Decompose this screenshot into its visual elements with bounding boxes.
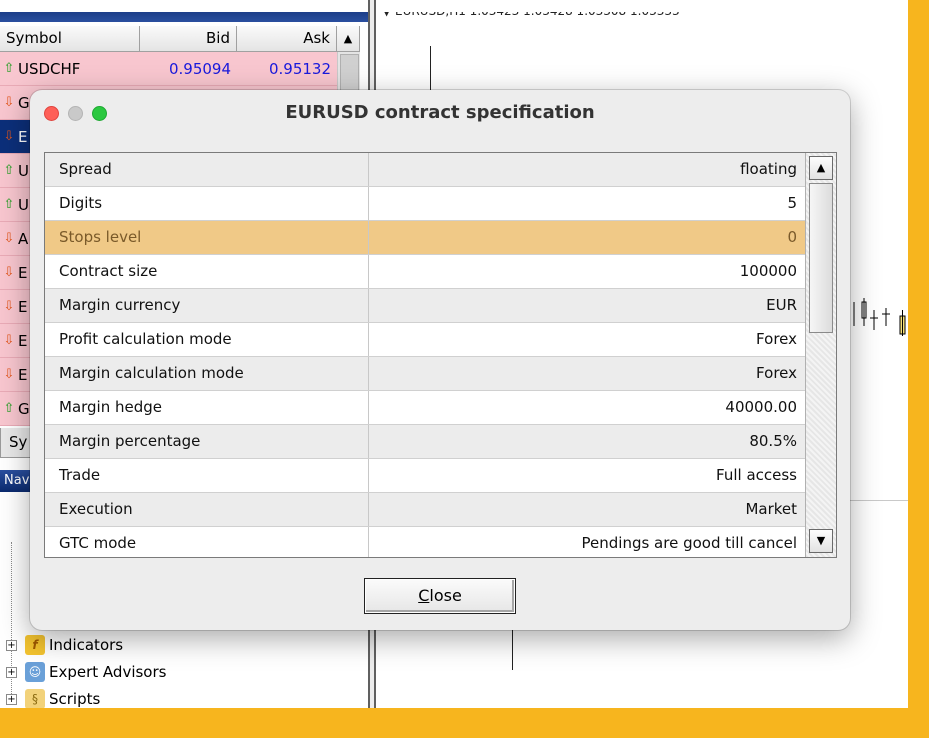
arrow-down-icon: ⇩ [3,95,15,110]
column-header-symbol[interactable]: Symbol [0,26,140,52]
arrow-down-icon: ⇩ [3,265,15,280]
spec-key: Execution [45,493,369,526]
dialog-title: EURUSD contract specification [285,102,595,123]
close-button[interactable]: Close [364,578,516,614]
row-bid: 0.95094 [168,59,231,78]
arrow-down-icon: ⇩ [3,231,15,246]
arrow-up-icon: ⇧ [3,163,15,178]
column-header-ask[interactable]: Ask [237,26,337,52]
spec-key: Margin currency [45,289,369,322]
market-watch-title-bar [0,12,368,22]
window-close-icon[interactable] [44,106,59,121]
spec-key: Spread [45,153,369,186]
spec-key: GTC mode [45,527,369,557]
expand-icon[interactable]: + [6,693,17,705]
spec-row-gtc-mode[interactable]: GTC mode Pendings are good till cancel [45,527,805,557]
nav-item-label: Indicators [49,636,124,654]
close-button-label: lose [429,586,462,605]
dialog-title-bar[interactable]: EURUSD contract specification [30,90,850,136]
spec-row-margin-calculation-mode[interactable]: Margin calculation mode Forex [45,357,805,391]
chart-info-text: EURUSD,H1 1.03423 1.03428 1.03308 1.0333… [395,4,680,18]
spec-value: 80.5% [749,432,797,450]
spec-row-spread[interactable]: Spread floating [45,153,805,187]
expand-icon[interactable]: + [6,639,17,651]
candle-wick [430,46,431,90]
candle-wick [512,630,513,670]
spec-row-execution[interactable]: Execution Market [45,493,805,527]
spec-key: Contract size [45,255,369,288]
nav-item-label: Scripts [49,690,101,708]
arrow-up-icon: ⇧ [3,197,15,212]
scroll-up-arrow-icon[interactable]: ▲ [809,156,833,180]
arrow-down-icon: ⇩ [3,129,15,144]
spec-row-stops-level[interactable]: Stops level 0 [45,221,805,255]
spec-value: 5 [787,194,797,212]
indicators-icon: f [25,635,45,655]
spec-value: Forex [756,330,797,348]
window-maximize-icon[interactable] [92,106,107,121]
spec-value: EUR [766,296,797,314]
spec-row-margin-percentage[interactable]: Margin percentage 80.5% [45,425,805,459]
spec-value: 40000.00 [725,398,797,416]
spec-row-profit-calculation-mode[interactable]: Profit calculation mode Forex [45,323,805,357]
spec-key: Profit calculation mode [45,323,369,356]
market-watch-row[interactable]: ⇧ USDCHF 0.95094 0.95132 [0,52,337,86]
row-symbol: USDCHF [18,59,81,78]
nav-item-indicators[interactable]: + f Indicators [6,632,123,658]
column-header-bid[interactable]: Bid [140,26,237,52]
arrow-down-icon: ⇩ [3,333,15,348]
spec-value: 100000 [739,262,797,280]
spec-key: Margin percentage [45,425,369,458]
chart-dropdown-icon[interactable]: ▼ [382,12,395,18]
chart-symbol-info: ▼ EURUSD,H1 1.03423 1.03428 1.03308 1.03… [382,4,680,18]
scroll-thumb[interactable] [809,183,833,333]
window-minimize-icon[interactable] [68,106,83,121]
contract-specification-dialog: EURUSD contract specification Spread floa… [30,90,850,630]
spec-key: Trade [45,459,369,492]
spec-value: Forex [756,364,797,382]
nav-item-expert-advisors[interactable]: + ☺ Expert Advisors [6,659,166,685]
spec-value: 0 [787,228,797,246]
spec-row-contract-size[interactable]: Contract size 100000 [45,255,805,289]
row-ask: 0.95132 [268,59,331,78]
specification-table: Spread floating Digits 5 Stops level 0 Contrac… [44,152,837,558]
spec-value: floating [740,160,797,178]
spec-value: Pendings are good till cancel [581,534,797,552]
specification-scrollbar[interactable]: ▲ ▼ [805,153,836,557]
spec-key: Margin hedge [45,391,369,424]
spec-row-margin-currency[interactable]: Margin currency EUR [45,289,805,323]
spec-key: Digits [45,187,369,220]
scripts-icon: § [25,689,45,708]
spec-row-digits[interactable]: Digits 5 [45,187,805,221]
close-button-mnemonic: C [418,586,430,605]
nav-item-label: Expert Advisors [49,663,167,681]
scroll-up-icon[interactable]: ▲ [337,26,360,52]
expert-advisors-icon: ☺ [25,662,45,682]
spec-key: Margin calculation mode [45,357,369,390]
spec-key: Stops level [45,221,369,254]
spec-value: Full access [716,466,797,484]
spec-row-trade[interactable]: Trade Full access [45,459,805,493]
market-watch-header: Symbol Bid Ask ▲ [0,26,360,52]
scroll-down-arrow-icon[interactable]: ▼ [809,529,833,553]
spec-row-margin-hedge[interactable]: Margin hedge 40000.00 [45,391,805,425]
arrow-down-icon: ⇩ [3,367,15,382]
expand-icon[interactable]: + [6,666,17,678]
arrow-up-icon: ⇧ [3,61,15,76]
spec-value: Market [745,500,797,518]
arrow-down-icon: ⇩ [3,299,15,314]
chart-candles [853,298,906,336]
arrow-up-icon: ⇧ [3,401,15,416]
nav-item-scripts[interactable]: + § Scripts [6,686,100,708]
